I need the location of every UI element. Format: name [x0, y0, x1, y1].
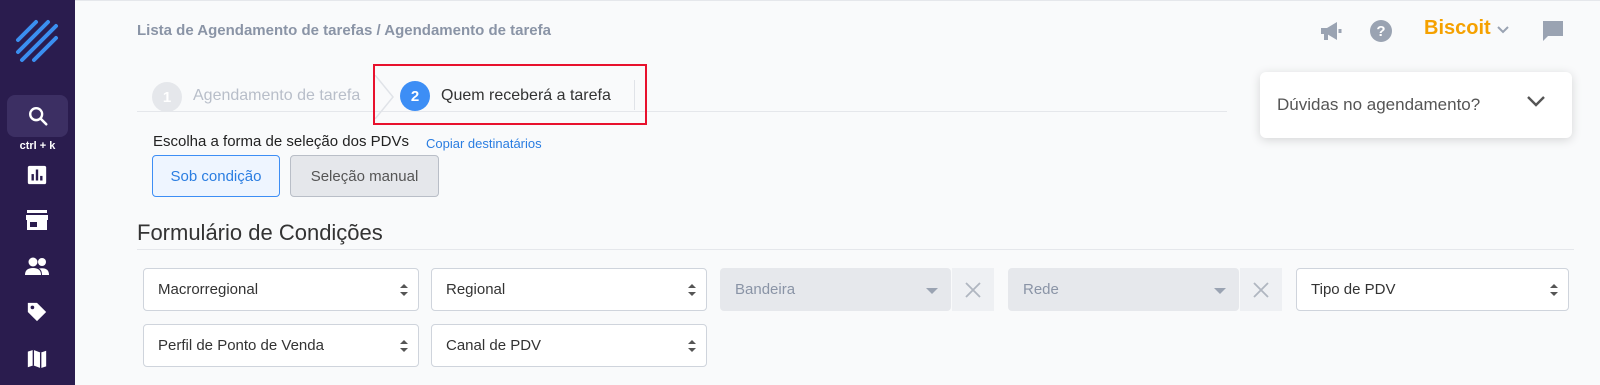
perfil-pdv-value: Perfil de Ponto de Venda — [158, 337, 324, 354]
rede-value: Rede — [1023, 281, 1059, 298]
selection-mode-label: Escolha a forma de seleção dos PDVs — [153, 133, 409, 150]
bandeira-select[interactable]: Bandeira — [720, 268, 951, 311]
chevron-down-icon[interactable] — [1526, 94, 1546, 113]
search-button[interactable] — [7, 95, 68, 137]
step-1-number[interactable]: 1 — [152, 82, 182, 112]
step-1-label[interactable]: Agendamento de tarefa — [193, 87, 360, 105]
top-border — [75, 0, 1600, 1]
close-icon — [1253, 281, 1269, 298]
tipo-pdv-value: Tipo de PDV — [1311, 281, 1396, 298]
stepper-divider — [137, 111, 1227, 112]
help-icon[interactable]: ? — [1368, 17, 1394, 45]
perfil-pdv-select[interactable]: Perfil de Ponto de Venda — [143, 324, 419, 367]
macrorregional-value: Macrorregional — [158, 281, 259, 298]
search-icon — [28, 107, 48, 126]
tipo-pdv-select[interactable]: Tipo de PDV — [1296, 268, 1569, 311]
chat-icon[interactable] — [1540, 17, 1566, 45]
store-icon[interactable] — [24, 207, 50, 233]
caret-down-icon — [1214, 288, 1226, 294]
form-title: Formulário de Condições — [137, 220, 383, 245]
manual-selection-button[interactable]: Seleção manual — [290, 155, 439, 197]
step-2-number[interactable]: 2 — [400, 81, 430, 111]
users-icon[interactable] — [24, 253, 50, 279]
regional-select[interactable]: Regional — [431, 268, 707, 311]
macrorregional-select[interactable]: Macrorregional — [143, 268, 419, 311]
brand-logo: Biscoit — [1424, 17, 1491, 39]
map-icon[interactable] — [24, 346, 50, 372]
caret-down-icon — [926, 288, 938, 294]
svg-text:?: ? — [1376, 23, 1385, 40]
breadcrumb[interactable]: Lista de Agendamento de tarefas / Agenda… — [137, 22, 551, 39]
help-card[interactable]: Dúvidas no agendamento? — [1260, 72, 1572, 138]
analytics-icon[interactable] — [24, 162, 50, 188]
brand-switcher[interactable]: Biscoit — [1424, 17, 1509, 40]
sort-arrows-icon — [688, 340, 696, 352]
close-icon — [965, 281, 981, 298]
regional-value: Regional — [446, 281, 506, 298]
sort-arrows-icon — [400, 340, 408, 352]
step-divider — [634, 80, 635, 110]
copy-recipients-link[interactable]: Copiar destinatários — [426, 136, 542, 151]
search-shortcut-hint: ctrl + k — [19, 140, 56, 152]
sort-arrows-icon — [400, 284, 408, 296]
tag-icon[interactable] — [24, 299, 50, 325]
sort-arrows-icon — [688, 284, 696, 296]
chevron-down-icon — [1496, 21, 1509, 37]
form-divider — [137, 249, 1574, 250]
rede-select[interactable]: Rede — [1008, 268, 1239, 311]
megaphone-icon[interactable] — [1318, 17, 1344, 45]
canal-pdv-select[interactable]: Canal de PDV — [431, 324, 707, 367]
clear-bandeira-button[interactable] — [952, 268, 994, 311]
sidebar: ctrl + k — [0, 0, 75, 385]
bandeira-value: Bandeira — [735, 281, 796, 298]
sort-arrows-icon — [1550, 284, 1558, 296]
canal-pdv-value: Canal de PDV — [446, 337, 542, 354]
help-card-label: Dúvidas no agendamento? — [1277, 95, 1481, 114]
by-condition-button[interactable]: Sob condição — [152, 155, 280, 197]
step-2-label[interactable]: Quem receberá a tarefa — [441, 87, 611, 105]
logo-icon[interactable] — [14, 18, 60, 64]
clear-rede-button[interactable] — [1240, 268, 1282, 311]
